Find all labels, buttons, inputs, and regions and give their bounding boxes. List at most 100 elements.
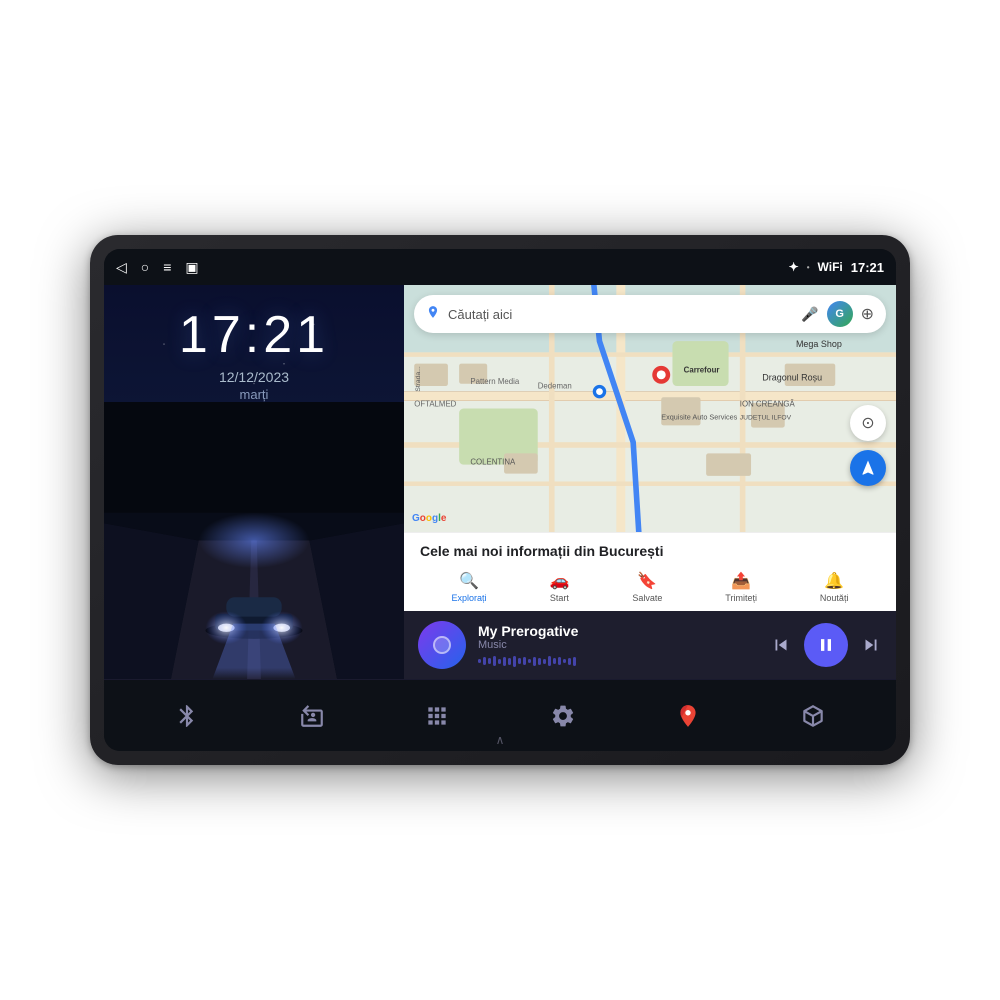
wave-bar-18 <box>563 659 566 663</box>
music-source: Music <box>478 639 758 651</box>
map-search-bar[interactable]: Căutați aici 🎤 G ⊕ <box>414 295 886 333</box>
google-e: e <box>441 513 447 524</box>
bottom-nav-bar: ∧ <box>104 679 896 751</box>
google-logo: Google <box>412 513 446 524</box>
car-scene <box>104 402 404 679</box>
wave-bar-13 <box>538 658 541 665</box>
explorati-icon: 🔍 <box>459 571 479 591</box>
svg-text:COLENTINA: COLENTINA <box>470 458 516 467</box>
screenshot-button[interactable]: ▣ <box>185 259 198 276</box>
tab-noutati[interactable]: 🔔 Noutăți <box>820 571 849 603</box>
play-pause-button[interactable] <box>804 623 848 667</box>
clock-date: 12/12/2023 <box>219 369 289 385</box>
clock-day: marți <box>240 387 269 402</box>
left-panel: 17:21 12/12/2023 marți <box>104 285 404 679</box>
device-frame: ◁ ○ ≡ ▣ ✦ • WiFi 17:21 17:21 12/12/2023 … <box>90 235 910 765</box>
nav-maps[interactable] <box>663 695 713 737</box>
wave-bar-3 <box>488 658 491 664</box>
svg-text:Pattern Media: Pattern Media <box>470 377 519 386</box>
salvate-label: Salvate <box>632 593 662 603</box>
previous-button[interactable] <box>770 634 792 656</box>
map-section[interactable]: Pattern Media Carrefour Dragonul Roșu De… <box>404 285 896 532</box>
wave-bar-9 <box>518 658 521 664</box>
status-bar: ◁ ○ ≡ ▣ ✦ • WiFi 17:21 <box>104 249 896 285</box>
tab-salvate[interactable]: 🔖 Salvate <box>632 571 662 603</box>
wave-bar-1 <box>478 659 481 663</box>
search-action-icons: 🎤 G ⊕ <box>801 301 874 327</box>
nav-buttons: ◁ ○ ≡ ▣ <box>116 259 199 276</box>
svg-text:OFTALMED: OFTALMED <box>414 399 456 408</box>
home-button[interactable]: ○ <box>141 259 149 275</box>
album-center <box>433 636 451 654</box>
wave-bar-5 <box>498 659 501 664</box>
tunnel-svg <box>104 402 404 679</box>
wave-bar-14 <box>543 659 546 664</box>
device-screen: ◁ ○ ≡ ▣ ✦ • WiFi 17:21 17:21 12/12/2023 … <box>104 249 896 751</box>
svg-text:Strada...: Strada... <box>415 366 422 392</box>
maps-pin-icon <box>426 305 440 324</box>
wave-bar-8 <box>513 656 516 667</box>
trimiteti-label: Trimiteți <box>725 593 757 603</box>
bottom-chevron-icon[interactable]: ∧ <box>496 733 505 747</box>
svg-text:Carrefour: Carrefour <box>684 366 720 375</box>
tab-trimiteti[interactable]: 📤 Trimiteți <box>725 571 757 603</box>
location-button[interactable]: ⊙ <box>850 405 886 441</box>
tab-explorati[interactable]: 🔍 Explorați <box>451 571 486 603</box>
next-button[interactable] <box>860 634 882 656</box>
nav-settings[interactable] <box>538 695 588 737</box>
nav-3d[interactable] <box>788 695 838 737</box>
tab-start[interactable]: 🚗 Start <box>549 571 569 603</box>
nav-apps[interactable] <box>412 695 462 737</box>
menu-button[interactable]: ≡ <box>163 259 171 275</box>
map-background: Pattern Media Carrefour Dragonul Roșu De… <box>404 285 896 532</box>
microphone-icon[interactable]: 🎤 <box>801 306 818 323</box>
music-info: My Prerogative Music <box>478 623 758 667</box>
svg-text:Exquisite Auto Services: Exquisite Auto Services <box>661 413 737 422</box>
wave-bar-11 <box>528 659 531 663</box>
dot-icon: • <box>807 263 810 272</box>
map-tabs: 🔍 Explorați 🚗 Start 🔖 Salvate 📤 <box>420 567 880 607</box>
main-content: 17:21 12/12/2023 marți <box>104 285 896 679</box>
wave-bar-12 <box>533 657 536 666</box>
music-player: My Prerogative Music <box>404 611 896 679</box>
user-avatar[interactable]: G <box>827 301 853 327</box>
wave-bar-15 <box>548 656 551 666</box>
navigate-button[interactable] <box>850 450 886 486</box>
status-indicators: ✦ • WiFi 17:21 <box>789 260 884 275</box>
explorati-label: Explorați <box>451 593 486 603</box>
svg-text:ION CREANGĂ: ION CREANGĂ <box>740 399 796 408</box>
wave-bar-6 <box>503 657 506 666</box>
google-g: G <box>412 513 420 524</box>
map-info-panel: Cele mai noi informații din București 🔍 … <box>404 532 896 611</box>
map-info-title: Cele mai noi informații din București <box>420 543 880 559</box>
nav-bluetooth[interactable] <box>162 695 212 737</box>
noutati-icon: 🔔 <box>824 571 844 591</box>
right-panel: Pattern Media Carrefour Dragonul Roșu De… <box>404 285 896 679</box>
start-icon: 🚗 <box>549 571 569 591</box>
wifi-icon: WiFi <box>818 260 843 274</box>
music-title: My Prerogative <box>478 623 758 639</box>
nav-radio[interactable] <box>287 695 337 737</box>
wave-bar-19 <box>568 658 571 665</box>
wave-bar-7 <box>508 658 511 665</box>
album-art <box>418 621 466 669</box>
svg-text:Mega Shop: Mega Shop <box>796 339 842 349</box>
svg-text:Dragonul Roșu: Dragonul Roșu <box>762 372 822 382</box>
wave-bar-16 <box>553 658 556 664</box>
tunnel-bg <box>104 402 404 679</box>
start-label: Start <box>550 593 569 603</box>
back-button[interactable]: ◁ <box>116 259 127 276</box>
svg-text:JUDEȚUL ILFOV: JUDEȚUL ILFOV <box>740 415 792 422</box>
music-waveform <box>478 655 758 667</box>
noutati-label: Noutăți <box>820 593 849 603</box>
wave-bar-4 <box>493 656 496 666</box>
wave-bar-2 <box>483 657 486 665</box>
clock-status: 17:21 <box>851 260 884 275</box>
clock-time: 17:21 <box>179 305 329 365</box>
wave-bar-17 <box>558 657 561 665</box>
settings-circle-icon[interactable]: ⊕ <box>861 304 874 324</box>
salvate-icon: 🔖 <box>637 571 657 591</box>
trimiteti-icon: 📤 <box>731 571 751 591</box>
wave-bar-20 <box>573 657 576 666</box>
music-controls <box>770 623 882 667</box>
